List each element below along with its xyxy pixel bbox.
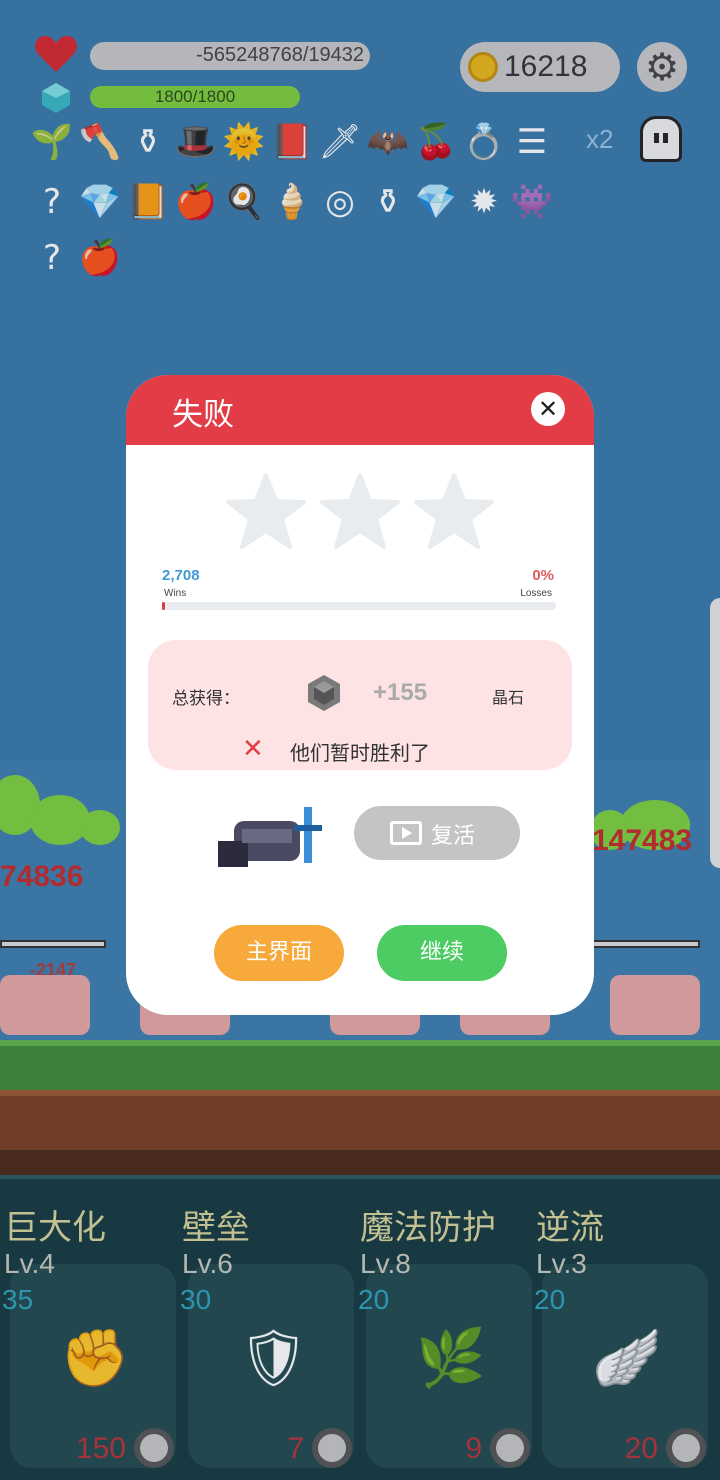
defeat-dialog: 失败 ✕ 2,708 0% Wins Losses 总获得： +155 晶石 ✕…: [126, 375, 594, 1015]
progress-fill: [162, 602, 165, 610]
main-menu-button[interactable]: 主界面: [214, 925, 344, 981]
revive-video-button[interactable]: 复活: [354, 806, 520, 860]
crystal-icon: [308, 675, 340, 711]
wins-value: 2,708: [162, 567, 200, 584]
dialog-header: 失败 ✕: [126, 375, 594, 445]
cross-icon: ✕: [242, 734, 264, 764]
losses-label: Losses: [520, 588, 552, 599]
reward-amount: +155: [373, 679, 428, 706]
win-loss-progress-bar: [162, 602, 556, 610]
wins-label: Wins: [164, 588, 187, 599]
close-button[interactable]: ✕: [531, 392, 565, 426]
star-rating: [226, 473, 496, 553]
reward-unit: 晶石: [492, 688, 525, 707]
helmet-sword-icon: [218, 807, 322, 867]
reward-label: 总获得：: [172, 689, 240, 709]
star-icon: [320, 473, 400, 549]
reward-panel: 总获得： +155 晶石 ✕ 他们暂时胜利了: [148, 640, 572, 770]
video-icon: [390, 821, 422, 845]
defeat-message: 他们暂时胜利了: [290, 741, 430, 765]
losses-value: 0%: [532, 567, 554, 584]
star-icon: [226, 473, 306, 549]
dialog-title: 失败: [172, 397, 234, 433]
revive-label: 复活: [431, 824, 476, 849]
star-icon: [414, 473, 494, 549]
continue-button[interactable]: 继续: [377, 925, 507, 981]
